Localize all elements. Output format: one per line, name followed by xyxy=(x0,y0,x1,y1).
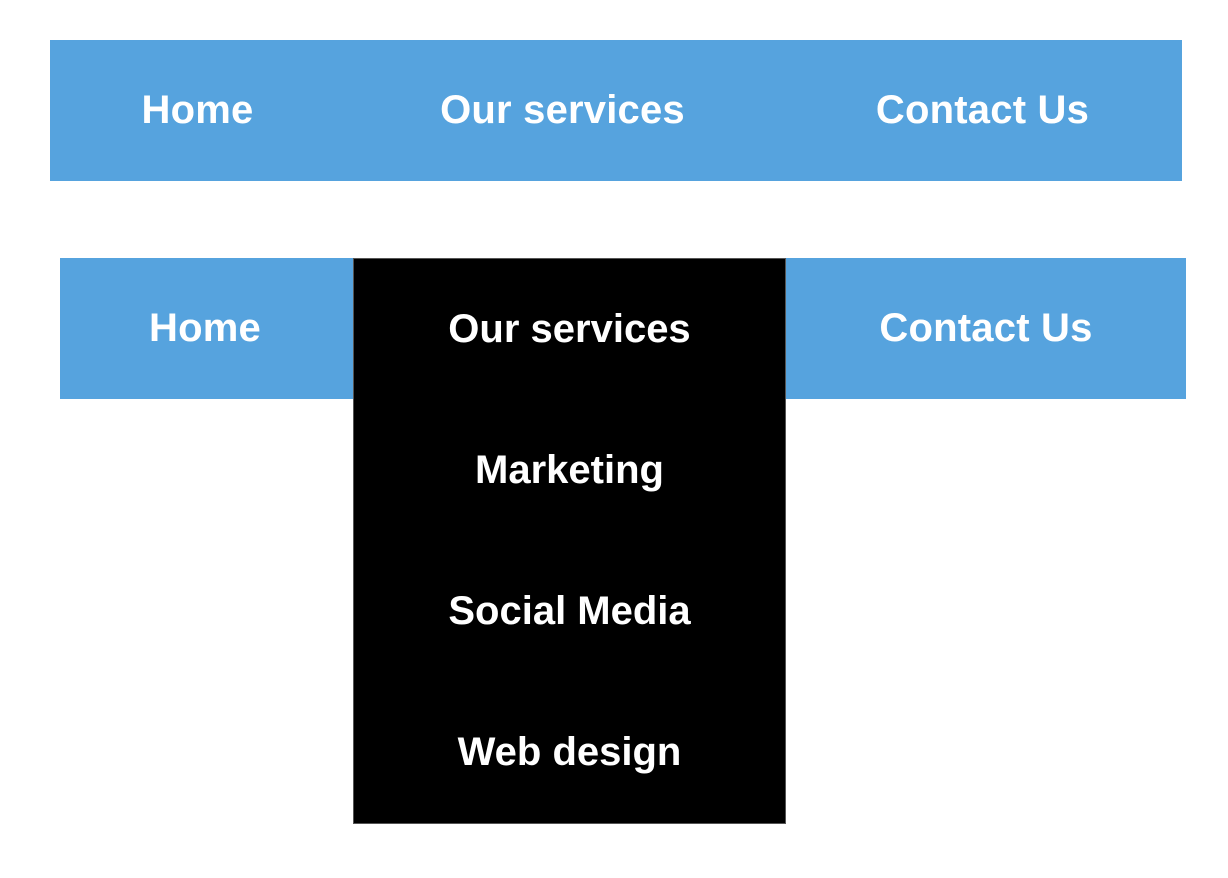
services-dropdown-menu: Our services Marketing Social Media Web … xyxy=(353,258,786,824)
nav-item-home[interactable]: Home xyxy=(110,258,300,399)
nav-item-home[interactable]: Home xyxy=(110,40,285,181)
nav-item-our-services[interactable]: Our services xyxy=(354,259,785,400)
dropdown-item-marketing[interactable]: Marketing xyxy=(354,400,785,541)
dropdown-item-web-design[interactable]: Web design xyxy=(354,682,785,823)
nav-item-contact-us[interactable]: Contact Us xyxy=(845,258,1127,399)
nav-item-our-services[interactable]: Our services xyxy=(405,40,720,181)
nav-bar-default: Home Our services Contact Us xyxy=(50,40,1182,181)
dropdown-item-social-media[interactable]: Social Media xyxy=(354,541,785,682)
nav-item-contact-us[interactable]: Contact Us xyxy=(840,40,1125,181)
